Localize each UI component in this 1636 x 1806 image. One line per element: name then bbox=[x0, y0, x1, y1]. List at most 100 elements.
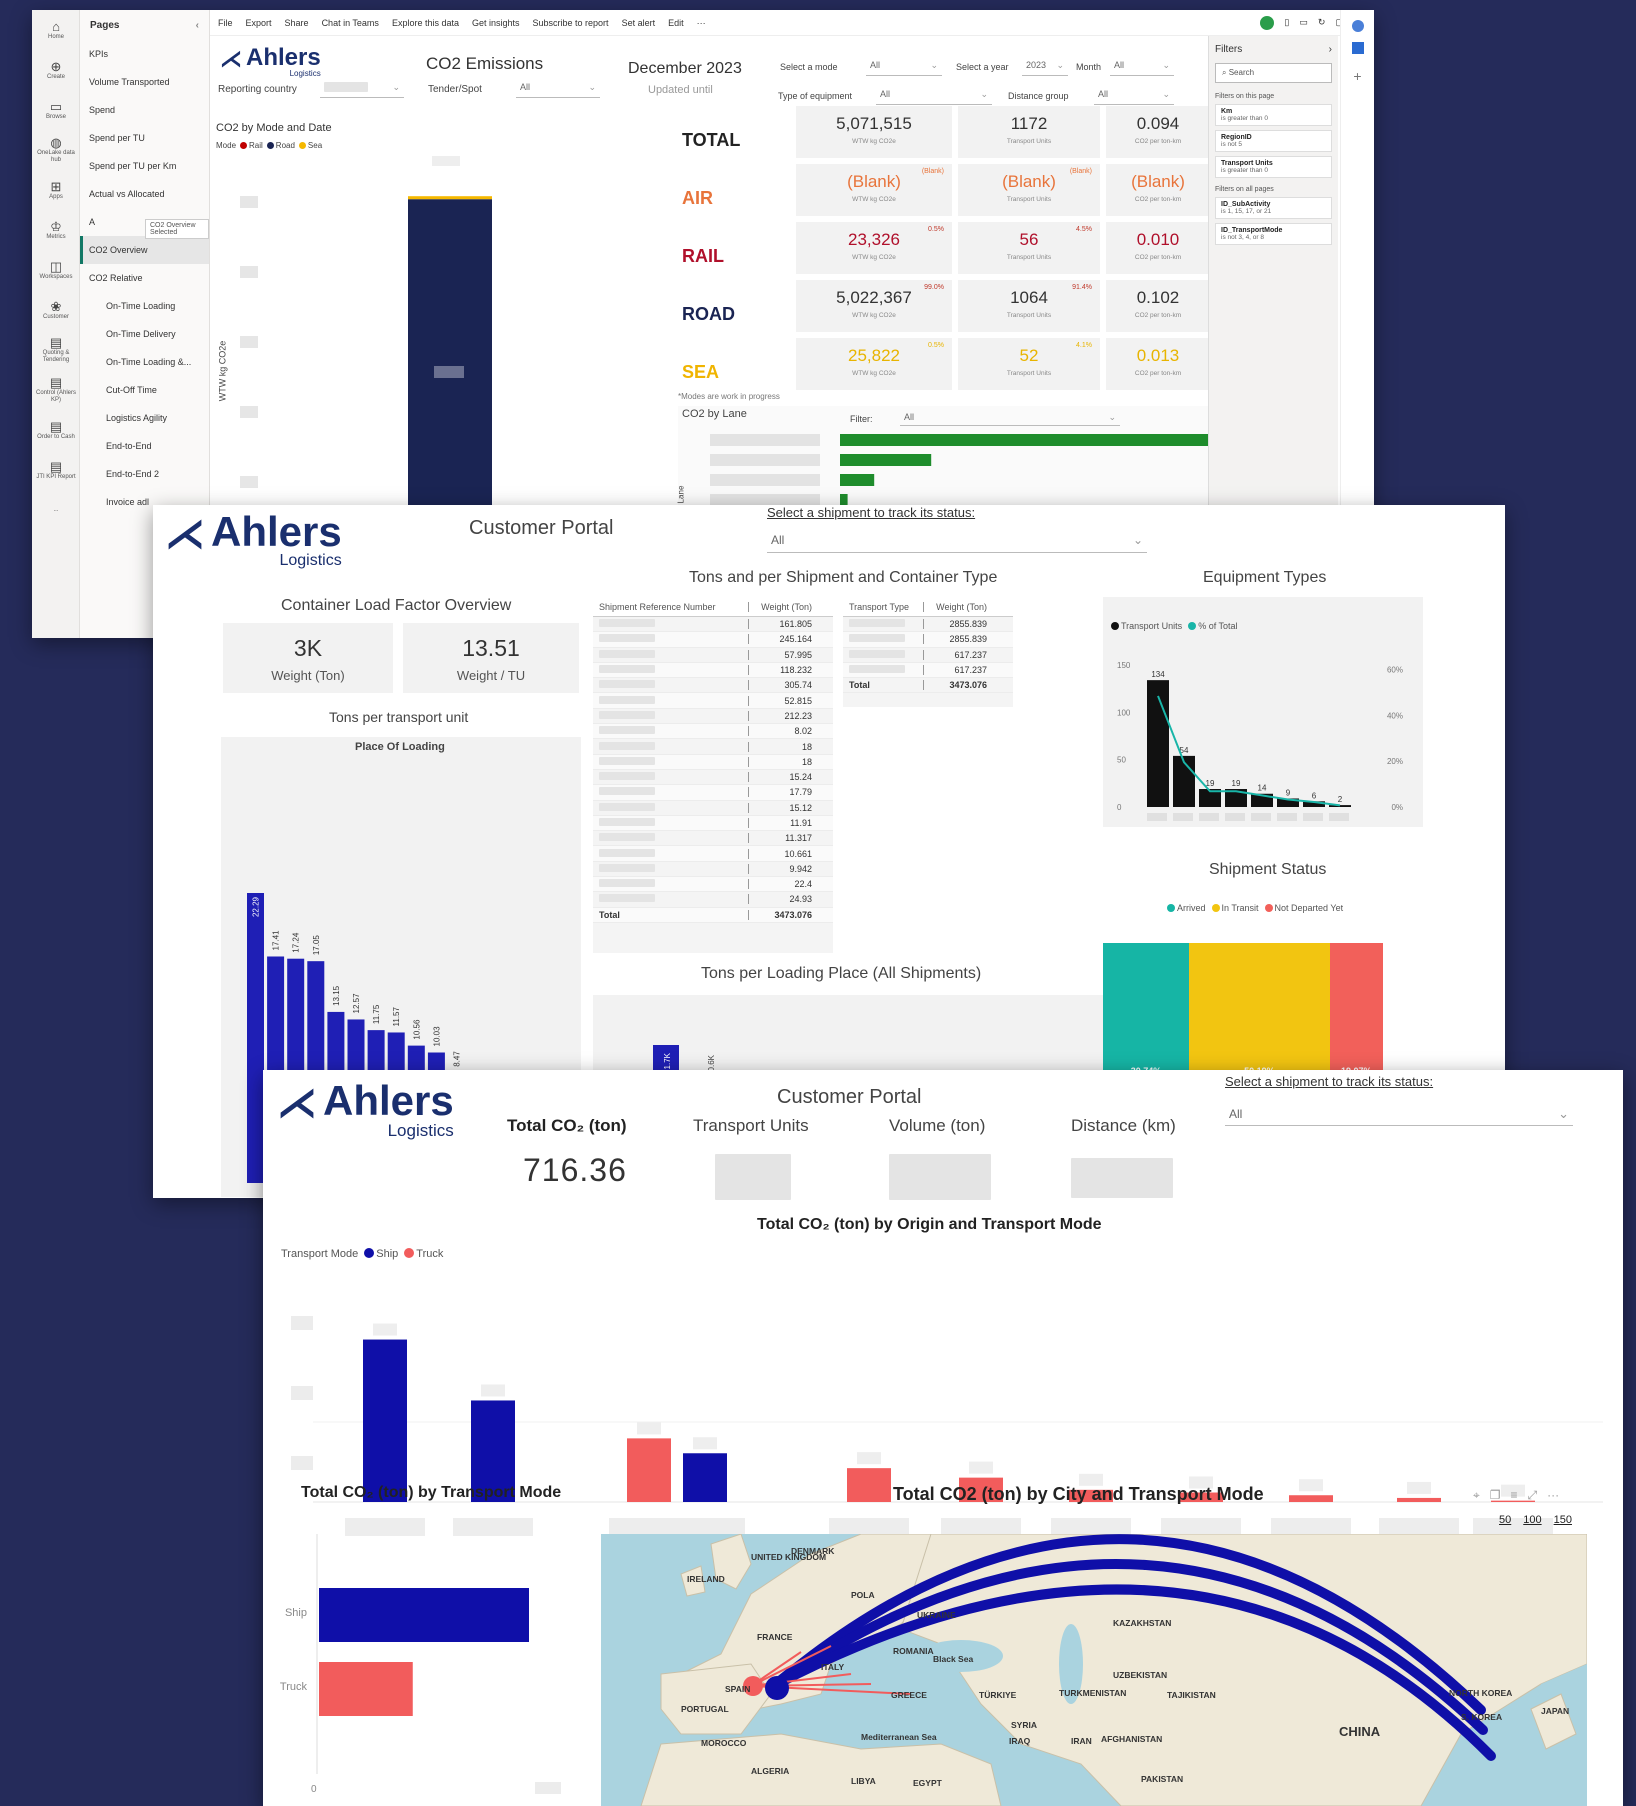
table-row[interactable]: 10.661 bbox=[593, 846, 833, 862]
table-row[interactable]: 245.164 bbox=[593, 632, 833, 648]
table-row[interactable]: 57.995 bbox=[593, 648, 833, 663]
table-row[interactable]: 617.237 bbox=[843, 648, 1013, 663]
legend-item[interactable]: Truck bbox=[404, 1248, 443, 1260]
legend-item[interactable]: Road bbox=[266, 141, 295, 150]
toolbar-item[interactable]: File bbox=[218, 18, 233, 28]
lane-filter-dropdown[interactable]: All ⌄ bbox=[900, 412, 1120, 426]
filter-card[interactable]: ID_SubActivity is 1, 15, 17, or 21 bbox=[1215, 197, 1332, 219]
page-item[interactable]: On-Time Loading &... bbox=[80, 348, 209, 376]
table-row[interactable]: 2855.839 bbox=[843, 617, 1013, 633]
table-row[interactable]: 118.232 bbox=[593, 662, 833, 679]
origin-point-ship[interactable] bbox=[765, 1676, 789, 1700]
table-row[interactable]: 11.317 bbox=[593, 831, 833, 847]
toolbar-item[interactable]: Export bbox=[246, 18, 272, 28]
collapse-icon[interactable]: ‹ bbox=[196, 20, 199, 31]
rail-item[interactable]: ▤ JTI KPI Report bbox=[32, 450, 80, 490]
filters-expand-icon[interactable]: › bbox=[1329, 44, 1332, 55]
table-row[interactable]: 11.91 bbox=[593, 815, 833, 832]
expand-icon[interactable]: ⤢ bbox=[1528, 1488, 1538, 1503]
rail-item[interactable]: ▤ Control (Ahlers KP) bbox=[32, 370, 80, 410]
page-item[interactable]: CO2 Relative bbox=[80, 264, 209, 292]
legend-item[interactable]: In Transit bbox=[1211, 903, 1259, 913]
page-item[interactable]: CO2 Overview bbox=[80, 236, 209, 264]
rail-item[interactable]: ▤ Order to Cash bbox=[32, 410, 80, 450]
rail-item[interactable]: ▭ Browse bbox=[32, 90, 80, 130]
legend-item[interactable]: Ship bbox=[364, 1248, 398, 1260]
page-item[interactable]: Volume Transported bbox=[80, 68, 209, 96]
legend-item[interactable]: Transport Units bbox=[1111, 621, 1182, 631]
more-icon[interactable]: ... bbox=[32, 490, 80, 530]
rail-item[interactable]: ❀ Customer bbox=[32, 290, 80, 330]
month-dropdown[interactable]: All ⌄ bbox=[1110, 60, 1174, 76]
filter-icon[interactable]: ≡ bbox=[1511, 1488, 1518, 1503]
distance-group-dropdown[interactable]: All ⌄ bbox=[1094, 89, 1174, 105]
filter-card[interactable]: RegionID is not 5 bbox=[1215, 130, 1332, 152]
rail-item[interactable]: ⌂ Home bbox=[32, 10, 80, 50]
rail-item[interactable]: ⊞ Apps bbox=[32, 170, 80, 210]
rail-item[interactable]: ▤ Quoting & Tendering bbox=[32, 330, 80, 370]
select-mode-dropdown[interactable]: All ⌄ bbox=[866, 60, 942, 76]
outlook-icon[interactable] bbox=[1351, 42, 1364, 54]
table-row[interactable]: 24.93 bbox=[593, 892, 833, 908]
toolbar-item[interactable]: ··· bbox=[697, 18, 706, 28]
table-row[interactable]: 15.24 bbox=[593, 770, 833, 786]
page-item[interactable]: On-Time Delivery bbox=[80, 320, 209, 348]
filter-card[interactable]: Km is greater than 0 bbox=[1215, 104, 1332, 126]
table-row[interactable]: 305.74 bbox=[593, 678, 833, 694]
rail-item[interactable]: ♔ Metrics bbox=[32, 210, 80, 250]
table-row[interactable]: 161.805 bbox=[593, 617, 833, 633]
reporting-country-dropdown[interactable]: ⌄ bbox=[320, 82, 404, 98]
table-row[interactable]: 617.237 bbox=[843, 662, 1013, 679]
bookmark-icon[interactable]: ▯ bbox=[1284, 17, 1289, 28]
col-header[interactable]: Weight (Ton) bbox=[748, 601, 818, 612]
table-row[interactable]: 52.815 bbox=[593, 693, 833, 709]
table-row[interactable]: 2855.839 bbox=[843, 632, 1013, 648]
rail-item[interactable]: ◍ OneLake data hub bbox=[32, 130, 80, 170]
legend-item[interactable]: Rail bbox=[240, 141, 263, 150]
toolbar-item[interactable]: Explore this data bbox=[392, 18, 459, 28]
copilot-icon[interactable] bbox=[1351, 20, 1364, 32]
page-item[interactable]: Spend bbox=[80, 96, 209, 124]
select-shipment-link[interactable]: Select a shipment to track its status: bbox=[1225, 1074, 1433, 1089]
table-row[interactable]: 18 bbox=[593, 754, 833, 770]
page-item[interactable]: KPIs bbox=[80, 40, 209, 68]
filters-search-input[interactable]: ⌕ Search bbox=[1215, 63, 1332, 83]
toolbar-item[interactable]: Chat in Teams bbox=[322, 18, 379, 28]
col-header[interactable]: Weight (Ton) bbox=[923, 601, 993, 612]
page-item[interactable]: End-to-End bbox=[80, 432, 209, 460]
add-icon[interactable]: + bbox=[1341, 68, 1374, 84]
page-item[interactable]: Logistics Agility bbox=[80, 404, 209, 432]
table-row[interactable]: 8.02 bbox=[593, 724, 833, 740]
select-year-dropdown[interactable]: 2023 ⌄ bbox=[1022, 60, 1068, 76]
table-row[interactable]: 9.942 bbox=[593, 862, 833, 878]
select-shipment-dropdown[interactable]: All ⌄ bbox=[1225, 1102, 1573, 1126]
toolbar-item[interactable]: Set alert bbox=[622, 18, 656, 28]
refresh-icon[interactable]: ↻ bbox=[1318, 17, 1326, 28]
pin-icon[interactable]: ⌖ bbox=[1473, 1488, 1480, 1503]
page-item[interactable]: End-to-End 2 bbox=[80, 460, 209, 488]
rail-item[interactable]: ◫ Workspaces bbox=[32, 250, 80, 290]
table-row[interactable]: 17.79 bbox=[593, 785, 833, 801]
page-item[interactable]: Actual vs Allocated bbox=[80, 180, 209, 208]
toolbar-item[interactable]: Share bbox=[285, 18, 309, 28]
legend-item[interactable]: % of Total bbox=[1188, 621, 1238, 631]
type-equipment-dropdown[interactable]: All ⌄ bbox=[876, 89, 992, 105]
more-icon[interactable]: ··· bbox=[1547, 1488, 1559, 1503]
filter-card[interactable]: ID_TransportMode is not 3, 4, or 8 bbox=[1215, 223, 1332, 245]
col-header[interactable]: Shipment Reference Number bbox=[593, 602, 748, 612]
table-row[interactable]: 15.12 bbox=[593, 801, 833, 816]
toolbar-item[interactable]: Edit bbox=[668, 18, 684, 28]
page-item[interactable]: Cut-Off Time bbox=[80, 376, 209, 404]
view-icon[interactable]: ▭ bbox=[1299, 17, 1308, 28]
legend-item[interactable]: Sea bbox=[298, 141, 322, 150]
page-item[interactable]: On-Time Loading bbox=[80, 292, 209, 320]
toolbar-item[interactable]: Get insights bbox=[472, 18, 520, 28]
table-row[interactable]: 212.23 bbox=[593, 709, 833, 725]
rail-item[interactable]: ⊕ Create bbox=[32, 50, 80, 90]
table-row[interactable]: 22.4 bbox=[593, 877, 833, 893]
page-item[interactable]: Spend per TU per Km bbox=[80, 152, 209, 180]
toolbar-item[interactable]: Subscribe to report bbox=[533, 18, 609, 28]
table-row[interactable]: 18 bbox=[593, 739, 833, 755]
legend-item[interactable]: Not Departed Yet bbox=[1264, 903, 1343, 913]
select-shipment-dropdown[interactable]: All ⌄ bbox=[767, 533, 1147, 553]
